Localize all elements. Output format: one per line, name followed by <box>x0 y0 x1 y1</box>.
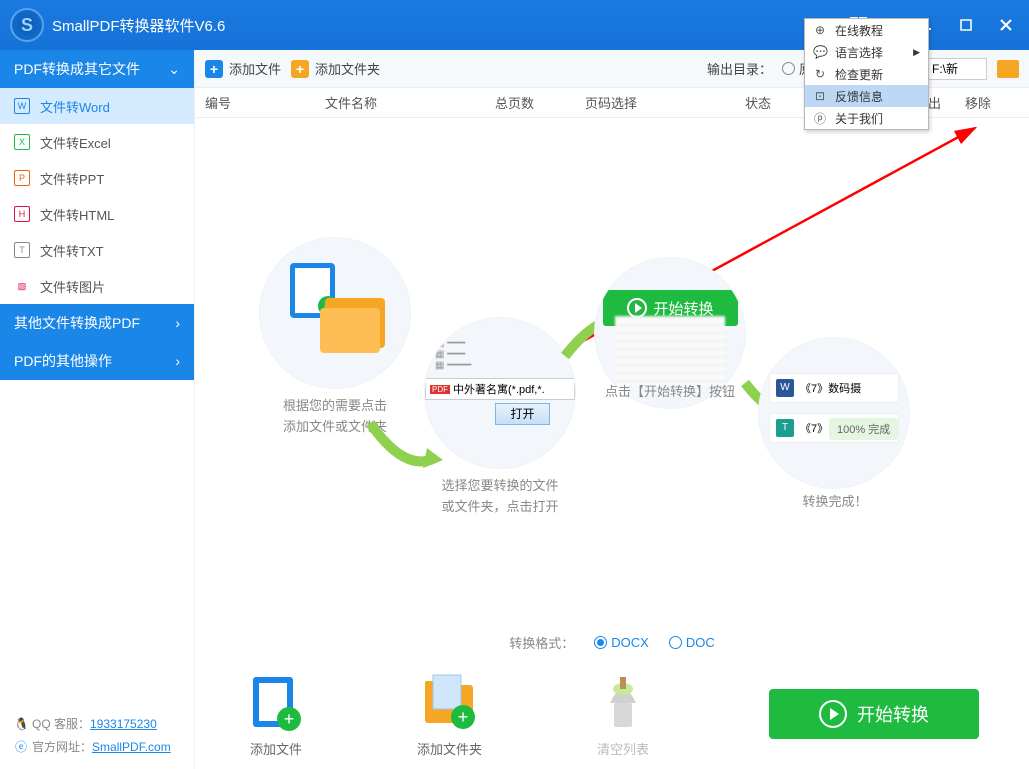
output-label: 输出目录： <box>707 59 772 78</box>
image-icon: ▧ <box>14 278 30 294</box>
chevron-right-icon: › <box>175 353 180 369</box>
col-number: 编号 <box>205 93 325 112</box>
output-path-input[interactable] <box>927 58 987 80</box>
site-link[interactable]: SmallPDF.com <box>92 740 171 754</box>
radio-doc[interactable]: DOC <box>669 635 715 650</box>
format-row: 转换格式： DOCX DOC <box>195 625 1029 659</box>
app-logo: S <box>10 8 44 42</box>
menu-check-update[interactable]: ↻检查更新 <box>805 63 928 85</box>
action-row: + 添加文件 + 添加文件夹 清空列表 开始转换 <box>195 659 1029 769</box>
play-icon <box>627 298 647 318</box>
svg-text:+: + <box>457 707 468 727</box>
add-folder-button[interactable]: +添加文件夹 <box>291 59 380 78</box>
main-area: +添加文件 +添加文件夹 输出目录： 原文件夹 自定义 编号 文件名称 总页数 … <box>195 50 1029 769</box>
plus-icon: + <box>205 60 223 78</box>
radio-icon <box>594 636 607 649</box>
chevron-down-icon: ⌄ <box>168 61 180 78</box>
svg-text:+: + <box>284 709 295 729</box>
sidebar-item-word[interactable]: W文件转Word <box>0 88 194 124</box>
sidebar-item-excel[interactable]: X文件转Excel <box>0 124 194 160</box>
menu-online-tutorial[interactable]: ⊕在线教程 <box>805 19 928 41</box>
start-convert-button[interactable]: 开始转换 <box>769 689 979 739</box>
play-icon <box>819 700 847 728</box>
browse-folder-button[interactable] <box>997 60 1019 78</box>
sidebar-section-pdf-other-ops[interactable]: PDF的其他操作 › <box>0 342 194 380</box>
app-title: SmallPDF转换器软件V6.6 <box>52 15 225 36</box>
guide-area: + 根据您的需要点击添加文件或文件夹 ▦ ━━━▦ ━━━▦ ━━━━ PDF中… <box>195 118 1029 625</box>
html-icon: H <box>14 206 30 222</box>
radio-icon <box>669 636 682 649</box>
guide-step3-caption: 点击【开始转换】按钮 <box>590 382 750 403</box>
format-label: 转换格式： <box>509 633 574 652</box>
guide-step2-circle: ▦ ━━━▦ ━━━▦ ━━━━ PDF中外著名寓(*.pdf,*. 打开 <box>425 318 575 468</box>
ppt-icon: P <box>14 170 30 186</box>
action-add-file[interactable]: + 添加文件 <box>245 671 307 758</box>
excel-icon: X <box>14 134 30 150</box>
col-filename: 文件名称 <box>325 93 495 112</box>
add-file-button[interactable]: +添加文件 <box>205 59 281 78</box>
guide-step1-circle: + <box>260 238 410 388</box>
guide-step4-circle: W《7》数码摄 T《7》 100% 完成 <box>759 338 909 488</box>
txt-icon: T <box>14 242 30 258</box>
info-icon: ⓟ <box>813 110 827 127</box>
qq-icon: 🐧 <box>14 717 28 731</box>
refresh-icon: ↻ <box>813 67 827 81</box>
maximize-button[interactable] <box>953 16 979 34</box>
action-clear-list[interactable]: 清空列表 <box>592 671 654 758</box>
guide-step4-caption: 转换完成！ <box>755 492 915 513</box>
globe-icon: ⓔ <box>14 738 28 755</box>
plus-icon: + <box>291 60 309 78</box>
sidebar-section-pdf-to-other[interactable]: PDF转换成其它文件 ⌄ <box>0 50 194 88</box>
radio-docx[interactable]: DOCX <box>594 635 649 650</box>
sidebar-section-other-to-pdf[interactable]: 其他文件转换成PDF › <box>0 304 194 342</box>
menu-language[interactable]: 💬语言选择▶ <box>805 41 928 63</box>
guide-step2-caption: 选择您要转换的文件或文件夹，点击打开 <box>420 476 580 518</box>
sidebar-item-image[interactable]: ▧文件转图片 <box>0 268 194 304</box>
sidebar: PDF转换成其它文件 ⌄ W文件转Word X文件转Excel P文件转PPT … <box>0 50 195 769</box>
sidebar-item-ppt[interactable]: P文件转PPT <box>0 160 194 196</box>
open-button: 打开 <box>495 403 550 425</box>
word-icon: W <box>14 98 30 114</box>
sidebar-item-html[interactable]: H文件转HTML <box>0 196 194 232</box>
qq-link[interactable]: 1933175230 <box>90 717 157 731</box>
sidebar-item-txt[interactable]: T文件转TXT <box>0 232 194 268</box>
action-add-folder[interactable]: + 添加文件夹 <box>417 671 482 758</box>
chevron-right-icon: ▶ <box>913 47 920 58</box>
menu-about[interactable]: ⓟ关于我们 <box>805 107 928 129</box>
context-menu: ⊕在线教程 💬语言选择▶ ↻检查更新 ⊡反馈信息 ⓟ关于我们 <box>804 18 929 130</box>
close-button[interactable] <box>993 16 1019 34</box>
chat-icon: ⊡ <box>813 89 827 103</box>
speech-icon: 💬 <box>813 45 827 59</box>
radio-icon <box>782 62 795 75</box>
sidebar-footer: 🐧QQ 客服：1933175230 ⓔ官方网址：SmallPDF.com <box>0 701 194 769</box>
menu-feedback[interactable]: ⊡反馈信息 <box>805 85 928 107</box>
globe-icon: ⊕ <box>813 23 827 37</box>
chevron-right-icon: › <box>175 315 180 331</box>
